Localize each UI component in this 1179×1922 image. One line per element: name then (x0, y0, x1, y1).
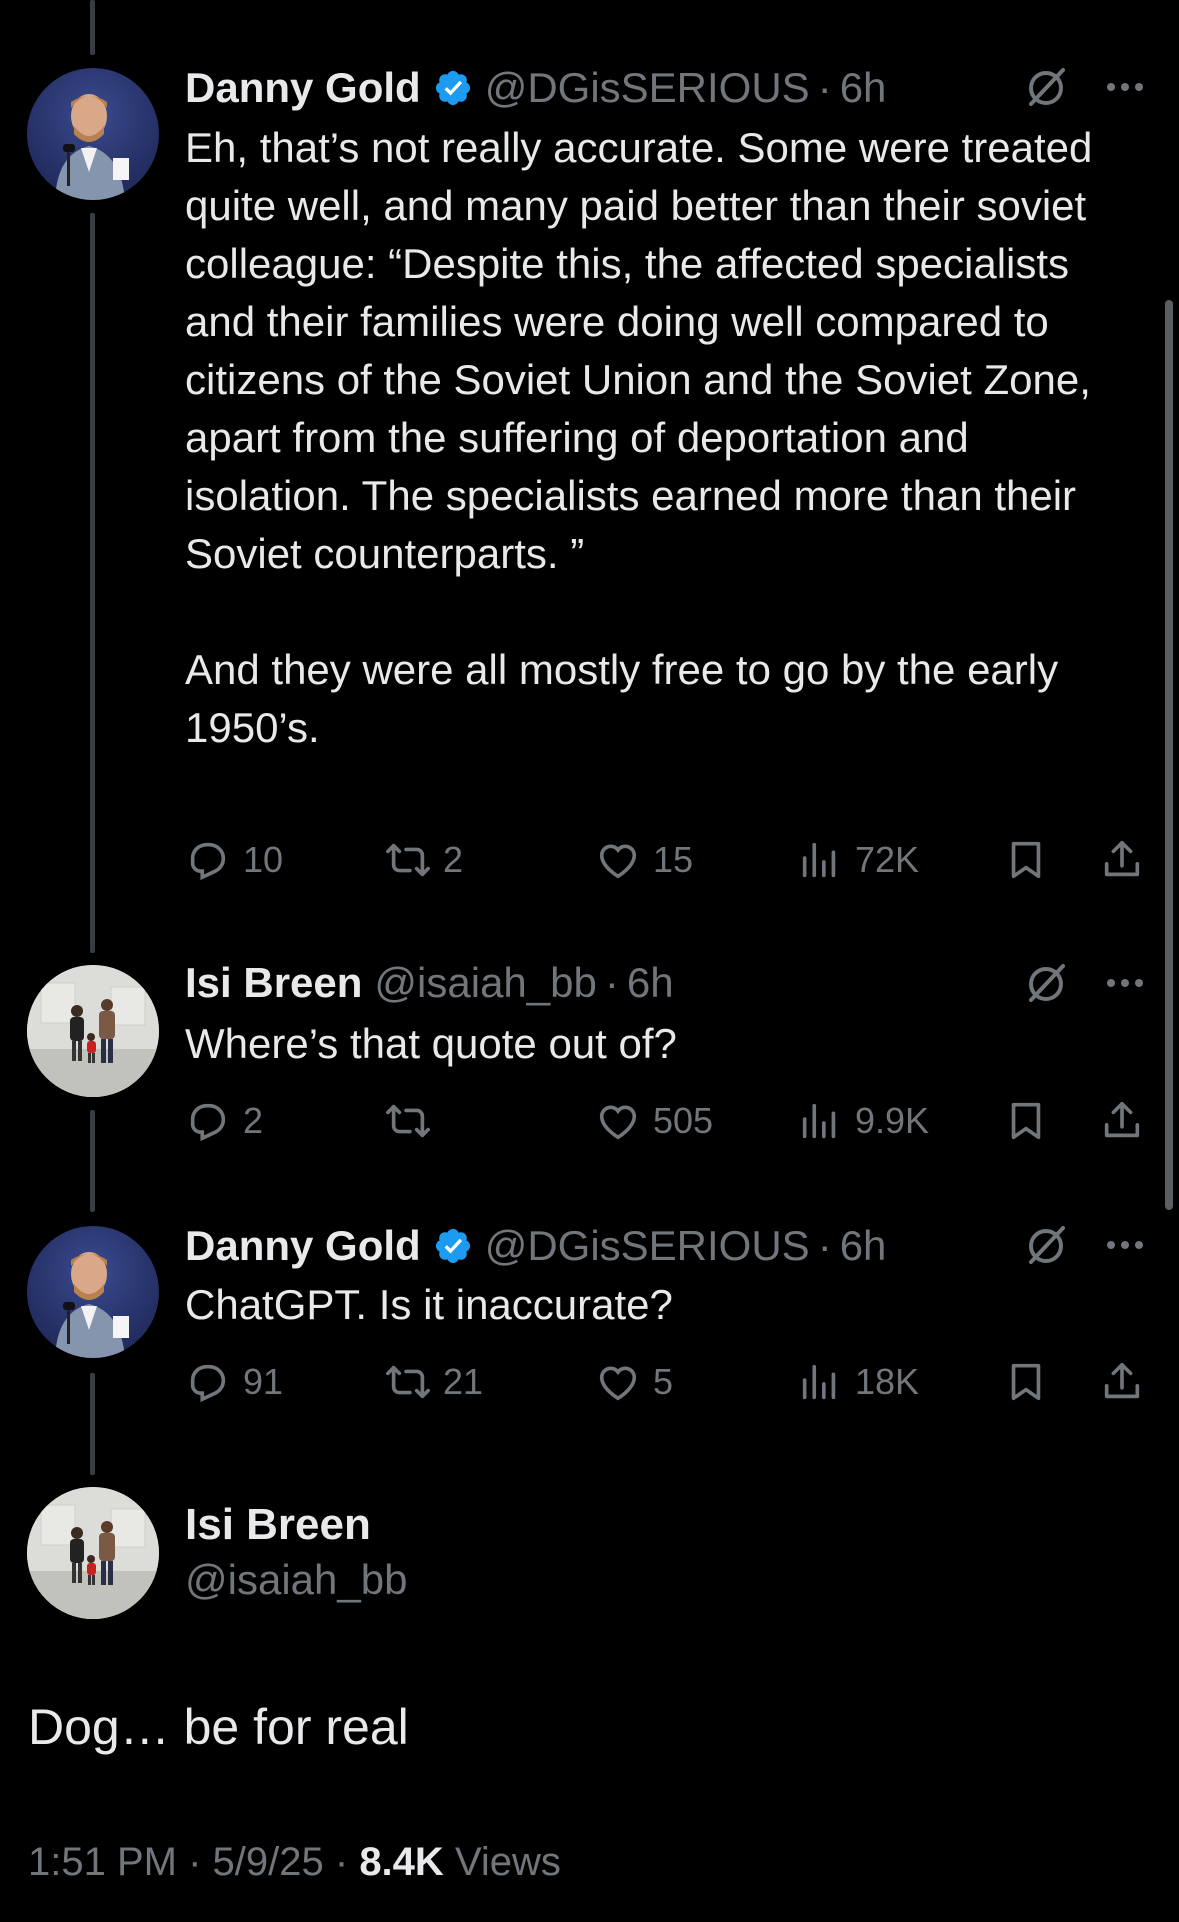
share-button[interactable] (1099, 1359, 1145, 1405)
tweet-time[interactable]: 1:51 PM (28, 1840, 177, 1884)
tweet-header: Isi Breen @isaiah_bb · 6h (185, 958, 674, 1008)
views-button[interactable]: 72K (797, 837, 919, 883)
timestamp[interactable]: 6h (840, 1222, 887, 1270)
timestamp[interactable]: 6h (627, 959, 674, 1007)
bookmark-icon (1011, 1102, 1041, 1140)
reply-count: 10 (243, 839, 284, 880)
reply-icon (190, 1103, 226, 1142)
views-icon (802, 1364, 836, 1400)
tweet-text: Eh, that’s not really accurate. Some wer… (185, 124, 1093, 751)
tweet-date[interactable]: 5/9/25 (213, 1840, 324, 1884)
tweet-header: Danny Gold @DGisSERIOUS · 6h (185, 1221, 886, 1271)
views-button[interactable]: 18K (797, 1359, 919, 1405)
like-count: 15 (653, 839, 694, 880)
like-button[interactable]: 5 (595, 1359, 673, 1405)
display-name[interactable]: Isi Breen (185, 959, 362, 1007)
view-count: 9.9K (855, 1100, 930, 1141)
view-count: 72K (855, 839, 920, 880)
handle[interactable]: @DGisSERIOUS (485, 1222, 810, 1270)
grok-icon[interactable] (1023, 1222, 1069, 1268)
like-icon (599, 1366, 637, 1401)
bookmark-button[interactable] (1003, 1098, 1049, 1144)
tweet-meta: 1:51 PM · 5/9/25 · 8.4K Views (28, 1840, 561, 1885)
tweet-actions: 91 21 5 18K (185, 1359, 1149, 1409)
bookmark-icon (1011, 841, 1041, 879)
repost-icon (386, 1365, 430, 1399)
separator-dot: · (334, 1840, 360, 1884)
tweet-text: ChatGPT. Is it inaccurate? (185, 1281, 673, 1328)
views-button[interactable]: 9.9K (797, 1098, 929, 1144)
share-icon (1104, 1101, 1140, 1138)
grok-icon[interactable] (1023, 64, 1069, 110)
tweet-header: Danny Gold @DGisSERIOUS · 6h (185, 63, 886, 113)
share-icon (1104, 1362, 1140, 1399)
bookmark-icon (1011, 1363, 1041, 1401)
repost-button[interactable]: 21 (385, 1359, 483, 1405)
reply-count: 91 (243, 1361, 284, 1402)
verified-badge-icon (433, 68, 473, 108)
tweet-actions: 10 2 15 72K (185, 837, 1149, 887)
reply-button[interactable]: 10 (185, 837, 283, 883)
repost-icon (386, 1104, 430, 1138)
separator-dot: · (188, 1840, 213, 1884)
avatar[interactable] (27, 1226, 159, 1358)
like-button[interactable]: 505 (595, 1098, 713, 1144)
thread-line-top (90, 0, 95, 55)
like-count: 5 (653, 1361, 674, 1402)
separator-dot: · (817, 1222, 832, 1269)
repost-count: 2 (443, 839, 464, 880)
reply-button[interactable]: 2 (185, 1098, 263, 1144)
like-icon (599, 844, 637, 879)
tweet-actions: 2 505 9.9K (185, 1098, 1149, 1148)
avatar[interactable] (27, 1487, 159, 1619)
verified-badge-icon (433, 1226, 473, 1266)
share-button[interactable] (1099, 1098, 1145, 1144)
reply-count: 2 (243, 1100, 264, 1141)
timestamp[interactable]: 6h (840, 64, 887, 112)
more-icon[interactable] (1101, 1221, 1149, 1269)
main-tweet-text: Dog… be for real (28, 1699, 409, 1755)
thread-line-2 (90, 1110, 95, 1212)
view-count: 18K (855, 1361, 920, 1402)
like-count: 505 (653, 1100, 714, 1141)
display-name[interactable]: Isi Breen (185, 1500, 371, 1550)
share-icon (1104, 840, 1140, 877)
reply-icon (190, 842, 226, 881)
like-icon (599, 1105, 637, 1140)
tweet-text: Where’s that quote out of? (185, 1020, 677, 1067)
views-icon (802, 1103, 836, 1139)
reply-button[interactable]: 91 (185, 1359, 283, 1405)
repost-button[interactable]: 2 (385, 837, 463, 883)
handle[interactable]: @isaiah_bb (374, 959, 596, 1007)
avatar[interactable] (27, 68, 159, 200)
more-icon[interactable] (1101, 63, 1149, 111)
thread-line-1 (90, 213, 95, 953)
reply-icon (190, 1364, 226, 1403)
like-button[interactable]: 15 (595, 837, 693, 883)
separator-dot: · (604, 959, 619, 1006)
more-icon[interactable] (1101, 959, 1149, 1007)
handle[interactable]: @isaiah_bb (185, 1556, 407, 1604)
display-name[interactable]: Danny Gold (185, 64, 421, 112)
views-icon (802, 842, 836, 878)
avatar[interactable] (27, 965, 159, 1097)
repost-icon (386, 843, 430, 877)
scrollbar[interactable] (1165, 300, 1173, 1210)
display-name[interactable]: Danny Gold (185, 1222, 421, 1270)
thread-line-3 (90, 1373, 95, 1475)
share-button[interactable] (1099, 837, 1145, 883)
handle[interactable]: @DGisSERIOUS (485, 64, 810, 112)
repost-count: 21 (443, 1361, 484, 1402)
separator-dot: · (817, 64, 832, 111)
bookmark-button[interactable] (1003, 1359, 1049, 1405)
grok-icon[interactable] (1023, 960, 1069, 1006)
repost-button[interactable] (385, 1098, 443, 1144)
bookmark-button[interactable] (1003, 837, 1049, 883)
views-label: Views (454, 1840, 561, 1884)
views-count: 8.4K (359, 1840, 444, 1884)
